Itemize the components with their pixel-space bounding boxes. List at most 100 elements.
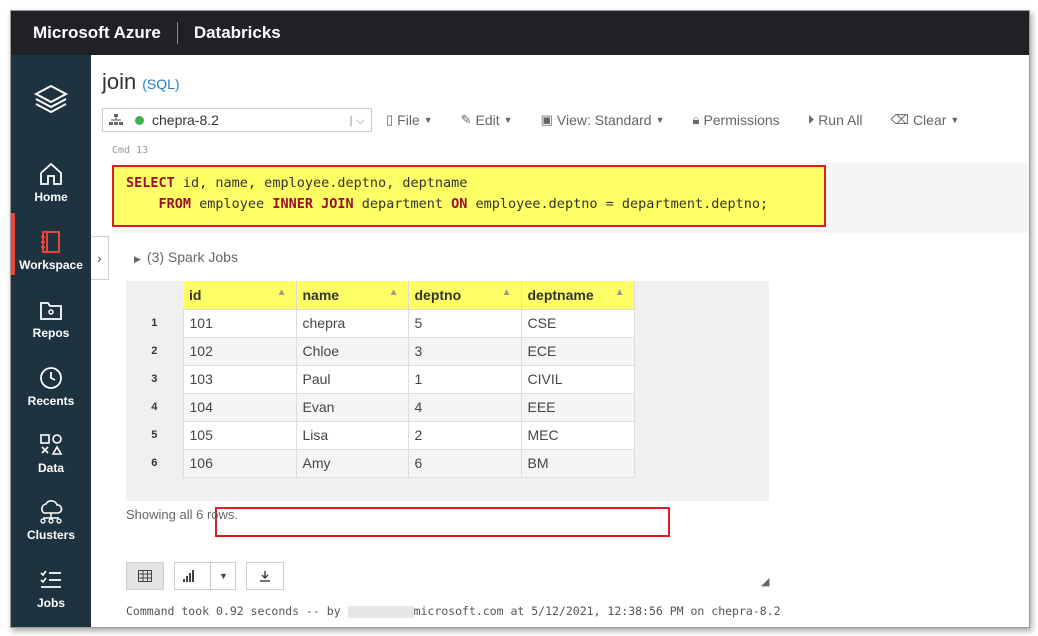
sql-keyword: INNER JOIN <box>272 196 354 212</box>
cell-id[interactable]: 101 <box>182 308 297 338</box>
cell-name[interactable]: Amy <box>295 448 409 478</box>
sidebar-item-home[interactable]: Home <box>11 161 91 204</box>
table-row: 5 105 Lisa 2 MEC <box>126 420 635 450</box>
sidebar-item-label: Clusters <box>26 528 76 542</box>
cell-id[interactable]: 104 <box>182 392 297 422</box>
sort-icon[interactable]: ▲ <box>502 287 512 298</box>
window: Microsoft Azure Databricks Home Workspac… <box>10 10 1030 628</box>
column-label: id <box>189 286 202 303</box>
cell-id[interactable]: 105 <box>182 420 297 450</box>
lock-icon: 🔒︎ <box>692 112 700 127</box>
sidebar-item-label: Jobs <box>36 596 65 610</box>
column-header-name[interactable]: name ▲ <box>296 281 409 309</box>
sort-icon[interactable]: ▲ <box>615 287 625 298</box>
jobs-icon <box>40 570 61 588</box>
table-row: 4 104 Evan 4 EEE <box>126 392 635 422</box>
cell-deptname[interactable]: MEC <box>520 420 635 450</box>
command-status-suffix: microsoft.com at 5/12/2021, 12:38:56 PM … <box>413 604 781 618</box>
sidebar-item-workspace[interactable]: Workspace <box>11 229 91 272</box>
notebook-name[interactable]: join <box>102 69 136 94</box>
sql-text: employee.deptno = department.deptno; <box>467 196 769 212</box>
cell-deptname[interactable]: ECE <box>520 336 635 366</box>
notebook-language[interactable]: (SQL) <box>142 76 179 92</box>
edit-label: Edit <box>475 112 500 128</box>
cell-id[interactable]: 103 <box>182 364 297 394</box>
run-all-button[interactable]: ⏵ Run All <box>808 112 863 128</box>
cell-deptno[interactable]: 5 <box>407 308 522 338</box>
edit-menu[interactable]: ✎ Edit ▼ <box>461 112 513 128</box>
cell-id[interactable]: 106 <box>182 448 297 478</box>
sidebar-item-repos[interactable]: Repos <box>11 297 91 340</box>
cell-name[interactable]: Chloe <box>295 336 409 366</box>
sort-icon[interactable]: ▲ <box>277 287 287 298</box>
sidebar-item-data[interactable]: Data <box>11 432 91 475</box>
download-button[interactable] <box>246 562 284 590</box>
sql-keyword: FROM <box>158 196 192 212</box>
cell-name[interactable]: Evan <box>295 392 409 422</box>
column-header-deptname[interactable]: deptname ▲ <box>521 281 635 309</box>
column-label: deptname <box>527 286 594 303</box>
sidebar-item-recents[interactable]: Recents <box>11 365 91 408</box>
result-table: id ▲ name ▲ deptno ▲ deptname ▲ 1 101 chepra… <box>126 281 635 478</box>
permissions-button[interactable]: 🔒︎ Permissions <box>693 112 780 128</box>
table-view-button[interactable] <box>126 562 164 590</box>
view-menu[interactable]: ▣ View: Standard ▼ <box>541 112 665 128</box>
chart-view-button[interactable]: ▼ <box>174 562 236 590</box>
eraser-icon: ⌫ <box>890 112 909 127</box>
cell-deptname[interactable]: CSE <box>520 308 635 338</box>
caret-right-icon: ▶ <box>134 254 141 264</box>
sidebar-item-jobs[interactable]: Jobs <box>11 567 91 610</box>
caret-down-icon[interactable]: ▼ <box>219 571 228 581</box>
cell-label: Cmd 13 <box>112 145 149 156</box>
cell-deptno[interactable]: 6 <box>407 448 522 478</box>
clear-menu[interactable]: ⌫ Clear ▼ <box>891 112 960 128</box>
row-count-text: Showing all 6 rows. <box>126 507 238 522</box>
cluster-status-dot <box>135 115 144 125</box>
cell-deptno[interactable]: 4 <box>407 392 522 422</box>
data-icon <box>40 434 63 455</box>
sql-keyword: SELECT <box>126 175 175 191</box>
spark-jobs-toggle[interactable]: ▶ (3) Spark Jobs <box>134 249 238 265</box>
caret-down-icon: ▼ <box>655 115 665 125</box>
sql-indent <box>126 196 159 212</box>
resize-handle-icon[interactable]: ◢ <box>761 575 769 588</box>
row-number: 3 <box>126 365 183 393</box>
notebook-title: join (SQL) <box>102 69 180 95</box>
file-menu[interactable]: ▯ File ▼ <box>386 112 433 128</box>
sql-keyword: ON <box>451 196 468 212</box>
notebook-area: join (SQL) chepra-8.2 | ⌵ ▯ File ▼ ✎ Edit ▼ ▣… <box>92 55 1029 627</box>
run-all-label: Run All <box>818 112 863 128</box>
sidebar-item-clusters[interactable]: Clusters <box>11 499 91 542</box>
brand-label: Microsoft Azure <box>33 23 161 42</box>
sort-icon[interactable]: ▲ <box>389 287 399 298</box>
sql-code[interactable]: SELECT id, name, employee.deptno, deptna… <box>112 165 826 227</box>
cell-deptno[interactable]: 2 <box>407 420 522 450</box>
cell-id[interactable]: 102 <box>182 336 297 366</box>
cell-name[interactable]: Paul <box>295 364 409 394</box>
column-header-deptno[interactable]: deptno ▲ <box>408 281 522 309</box>
row-number: 5 <box>126 421 183 449</box>
bar-chart-icon <box>183 570 195 582</box>
sidebar-item-layers[interactable] <box>11 83 91 120</box>
row-number-header <box>126 281 183 309</box>
product-label: Databricks <box>193 23 281 42</box>
cluster-selector[interactable]: chepra-8.2 | ⌵ <box>102 108 372 132</box>
column-header-id[interactable]: id ▲ <box>183 281 297 309</box>
clock-icon <box>40 367 62 389</box>
clear-label: Clear <box>912 112 947 128</box>
cell-deptno[interactable]: 1 <box>407 364 522 394</box>
cell-deptname[interactable]: CIVIL <box>520 364 635 394</box>
cluster-name: chepra-8.2 <box>152 112 219 128</box>
sidebar-item-label: Home <box>34 190 68 204</box>
cell-deptname[interactable]: BM <box>520 448 635 478</box>
top-bar: Microsoft Azure Databricks <box>11 11 1029 55</box>
cell-name[interactable]: Lisa <box>295 420 409 450</box>
download-icon <box>260 571 270 582</box>
caret-down-icon: ▼ <box>503 115 513 125</box>
table-row: 2 102 Chloe 3 ECE <box>126 336 635 366</box>
cell-deptno[interactable]: 3 <box>407 336 522 366</box>
divider <box>210 562 212 590</box>
command-status-prefix: Command took 0.92 seconds -- by <box>126 604 348 618</box>
cell-deptname[interactable]: EEE <box>520 392 635 422</box>
cell-name[interactable]: chepra <box>295 308 409 338</box>
